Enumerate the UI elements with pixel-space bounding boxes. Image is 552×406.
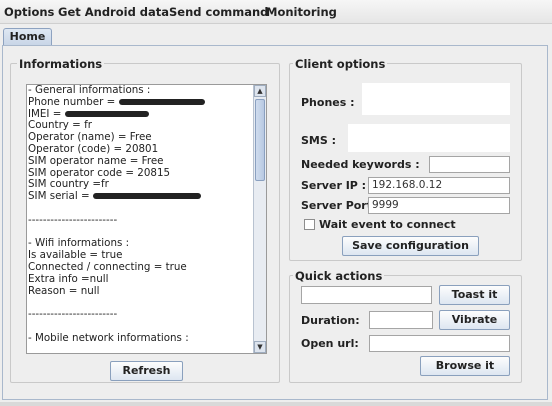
scrollbar-thumb[interactable]: [255, 99, 265, 181]
redacted-imei: [64, 110, 149, 117]
menu-get-android-data[interactable]: Get Android data: [58, 5, 169, 19]
sms-label: SMS :: [301, 134, 337, 147]
needed-keywords-input[interactable]: [429, 156, 510, 173]
info-line: [28, 321, 254, 333]
informations-text-area[interactable]: - General informations : Phone number = …: [26, 84, 267, 354]
scroll-down-arrow-icon[interactable]: ▼: [254, 341, 266, 353]
status-bar: [0, 402, 552, 406]
needed-keywords-label: Needed keywords :: [301, 158, 420, 171]
info-line: Extra info =null: [28, 272, 109, 285]
scroll-up-arrow-icon[interactable]: ▲: [254, 85, 266, 97]
info-line: Connected / connecting = true: [28, 260, 187, 273]
info-line: SIM operator name = Free: [28, 154, 164, 167]
open-url-label: Open url:: [301, 337, 359, 350]
server-ip-label: Server IP :: [301, 179, 367, 192]
duration-input[interactable]: [369, 311, 433, 329]
vibrate-button[interactable]: Vibrate: [439, 310, 510, 330]
menu-bar: Options Get Android data Send command Mo…: [0, 0, 552, 24]
info-line-text: SIM serial =: [28, 190, 93, 203]
server-ip-input[interactable]: 192.168.0.12: [368, 177, 510, 194]
quick-actions-title: Quick actions: [293, 269, 385, 283]
save-configuration-button[interactable]: Save configuration: [342, 236, 479, 256]
vertical-scrollbar[interactable]: ▲ ▼: [253, 85, 266, 353]
open-url-input[interactable]: [369, 335, 510, 352]
client-options-title: Client options: [293, 57, 388, 71]
refresh-button[interactable]: Refresh: [110, 361, 183, 381]
info-line: Operator (code) = 20801: [28, 142, 159, 155]
informations-title: Informations: [17, 57, 105, 71]
browse-it-button[interactable]: Browse it: [420, 356, 510, 376]
redacted-sim-serial: [92, 193, 201, 200]
info-line: - Mobile network informations :: [28, 331, 189, 344]
info-line: [28, 203, 254, 215]
info-line-sim-serial: SIM serial =: [28, 190, 254, 203]
toast-input[interactable]: [301, 286, 432, 304]
tab-home[interactable]: Home: [3, 28, 52, 46]
menu-monitoring[interactable]: Monitoring: [266, 5, 337, 19]
redacted-phone: [118, 98, 205, 105]
informations-text: - General informations : Phone number = …: [27, 85, 254, 353]
menu-options[interactable]: Options: [4, 5, 54, 19]
info-line: ------------------------: [28, 213, 118, 226]
phones-input[interactable]: [362, 83, 510, 115]
info-line: ------------------------: [28, 308, 118, 321]
server-port-input[interactable]: 9999: [368, 197, 510, 214]
wait-event-label: Wait event to connect: [319, 218, 456, 231]
sms-input[interactable]: [348, 124, 510, 152]
wait-event-checkbox[interactable]: [304, 219, 315, 230]
info-line-text: IMEI =: [28, 107, 65, 120]
phones-label: Phones :: [301, 96, 355, 109]
menu-send-command[interactable]: Send command: [169, 5, 268, 19]
info-line: Reason = null: [28, 284, 100, 297]
toast-it-button[interactable]: Toast it: [439, 285, 510, 305]
duration-label: Duration:: [301, 314, 360, 327]
info-line-text: Phone number =: [28, 95, 119, 108]
